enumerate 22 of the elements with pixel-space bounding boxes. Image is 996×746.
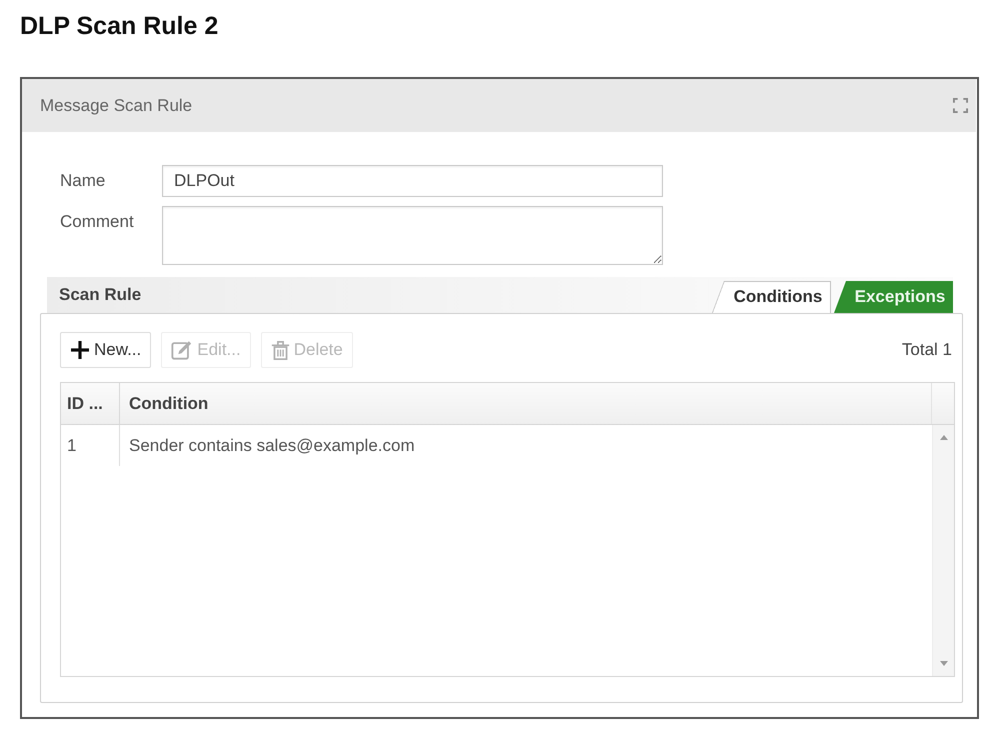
tab[interactable]: Conditions [712,281,831,313]
field-label: Comment [60,211,135,232]
column-header[interactable]: Condition [120,383,931,424]
fullscreen-icon[interactable] [953,98,968,113]
text-field[interactable]: DLPOut [162,165,663,197]
field-label: Name [60,170,106,192]
trash-icon [270,340,290,360]
scroll-down-arrow-icon[interactable] [940,661,948,666]
plus-icon [70,340,90,360]
edit-icon [171,339,194,361]
dialog-title: Message Scan Rule [40,96,192,116]
page-title: DLP Scan Rule 2 [20,11,218,41]
scrollbar[interactable] [932,425,954,676]
total-count: Total 1 [902,340,953,360]
tab[interactable]: Exceptions [834,281,953,313]
table-cell: 1 [61,425,120,466]
section-title: Scan Rule [58,285,142,305]
textarea-field[interactable] [162,206,663,265]
column-header[interactable]: ID ... [61,383,120,424]
toolbar-button[interactable]: New... [60,332,152,368]
scroll-up-arrow-icon[interactable] [940,435,948,440]
table-cell-text: Sender contains sales@example.com [128,434,416,456]
